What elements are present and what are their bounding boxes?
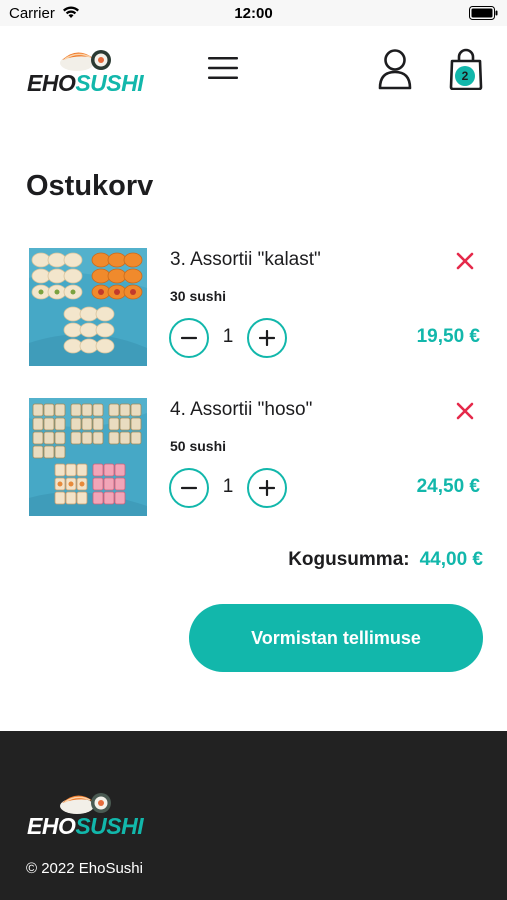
footer-logo-text-eho: EHO: [27, 813, 76, 839]
total-value: 44,00 €: [419, 549, 483, 570]
plus-icon: [259, 330, 275, 346]
minus-icon: [181, 486, 197, 490]
footer-logo[interactable]: EHOSUSHI: [27, 789, 147, 841]
logo-text-eho: EHO: [27, 70, 76, 96]
decrease-quantity-button[interactable]: [169, 318, 209, 358]
product-image: [29, 248, 147, 366]
menu-icon[interactable]: [207, 56, 239, 85]
status-time: 12:00: [234, 5, 273, 22]
minus-icon: [181, 336, 197, 340]
footer-copyright: © 2022 EhoSushi: [26, 860, 143, 877]
footer-logo-text-sushi: SUSHI: [75, 813, 144, 839]
item-description: 50 sushi: [170, 438, 227, 454]
item-name: 3. Assortii "kalast": [170, 249, 321, 270]
item-description: 30 sushi: [170, 288, 227, 304]
quantity-value: 1: [222, 476, 234, 497]
item-name: 4. Assortii "hoso": [170, 399, 313, 420]
logo[interactable]: EHOSUSHI: [27, 46, 147, 98]
cart-count-badge: 2: [455, 66, 475, 86]
plus-icon: [259, 480, 275, 496]
increase-quantity-button[interactable]: [247, 468, 287, 508]
decrease-quantity-button[interactable]: [169, 468, 209, 508]
remove-icon[interactable]: [456, 402, 474, 425]
footer: EHOSUSHI © 2022 EhoSushi: [0, 731, 507, 900]
cart-total: Kogusumma: 44,00 €: [288, 549, 483, 571]
total-label: Kogusumma:: [288, 549, 410, 570]
remove-icon[interactable]: [456, 252, 474, 275]
increase-quantity-button[interactable]: [247, 318, 287, 358]
header: EHOSUSHI 2: [0, 26, 507, 121]
battery-icon: [469, 6, 498, 25]
logo-wordmark: EHOSUSHI: [27, 70, 144, 97]
logo-text-sushi: SUSHI: [75, 70, 144, 96]
cart-item: 3. Assortii "kalast" 30 sushi 1 19,50 €: [0, 248, 507, 368]
checkout-button[interactable]: Vormistan tellimuse: [189, 604, 483, 672]
item-price: 24,50 €: [416, 476, 480, 497]
user-icon[interactable]: [377, 48, 413, 95]
footer-logo-wordmark: EHOSUSHI: [27, 813, 144, 840]
item-price: 19,50 €: [416, 326, 480, 347]
status-bar: Carrier 12:00: [0, 0, 507, 26]
cart-item: 4. Assortii "hoso" 50 sushi 1 24,50 €: [0, 398, 507, 518]
page-title: Ostukorv: [26, 170, 154, 202]
product-image: [29, 398, 147, 516]
quantity-value: 1: [222, 326, 234, 347]
